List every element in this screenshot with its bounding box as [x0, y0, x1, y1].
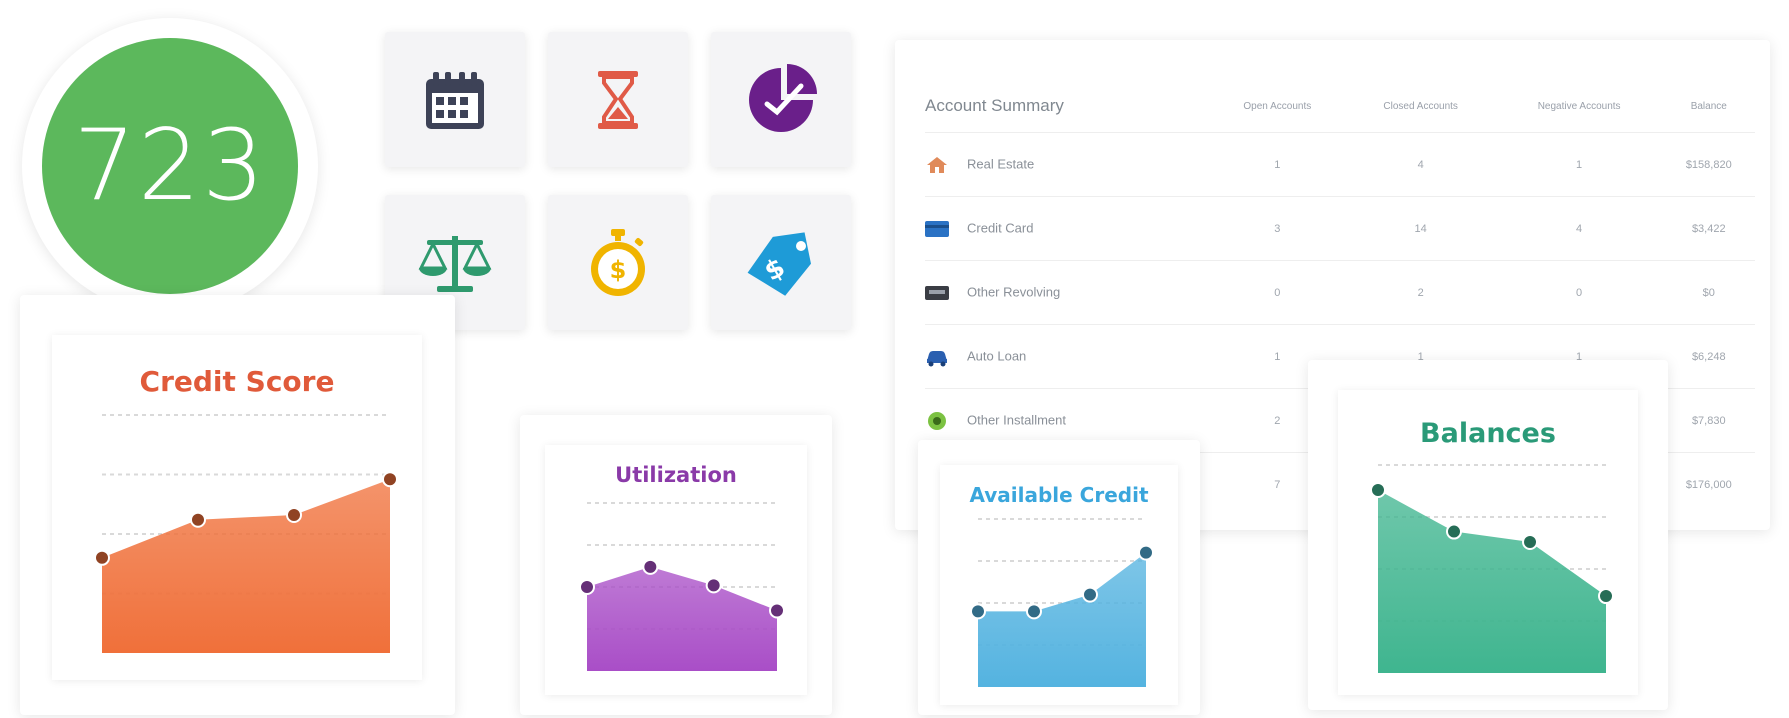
balances-card: Balances — [1308, 360, 1668, 710]
row-label: Other Installment — [967, 411, 1066, 427]
series-area — [102, 479, 390, 653]
column-header: Open Accounts — [1243, 100, 1312, 112]
data-point[interactable] — [970, 603, 986, 620]
hourglass-tile[interactable] — [548, 32, 688, 167]
data-point[interactable] — [1026, 603, 1042, 620]
data-point[interactable] — [1598, 588, 1614, 605]
data-point[interactable] — [1446, 523, 1462, 540]
chart-title: Credit Score — [139, 365, 335, 398]
table-cell: 0 — [1209, 260, 1346, 325]
calendar-tile[interactable] — [385, 32, 525, 167]
series-area — [978, 552, 1146, 687]
table-cell: 14 — [1345, 196, 1496, 261]
balances-chart-panel: Balances — [1338, 390, 1638, 695]
credit-score-card: Credit Score — [20, 295, 455, 715]
table-cell: 4 — [1345, 132, 1496, 197]
credit-score-chart-panel: Credit Score — [52, 335, 422, 680]
row-label: Other Revolving — [967, 283, 1061, 299]
table-cell: $3,422 — [1662, 196, 1755, 261]
money-stopwatch-tile[interactable]: $ — [548, 195, 688, 330]
table-cell: 2 — [1345, 260, 1496, 325]
series-area — [587, 566, 777, 671]
row-label: Auto Loan — [967, 347, 1027, 363]
row-label: Credit Card — [967, 219, 1034, 235]
account-summary-title: Account Summary — [925, 96, 1064, 115]
column-header: Negative Accounts — [1537, 100, 1621, 112]
table-cell: $7,830 — [1662, 388, 1755, 453]
row-label-cell: Real Estate — [925, 132, 1210, 197]
data-point[interactable] — [94, 549, 110, 566]
utilization-card: Utilization — [520, 415, 832, 715]
table-row[interactable]: Other Revolving 0 2 0 $0 — [925, 260, 1755, 325]
utilization-chart-panel: Utilization — [545, 445, 807, 695]
credit-score-circle: 723 — [42, 38, 298, 294]
column-header: Balance — [1690, 100, 1727, 112]
table-cell: $6,248 — [1662, 324, 1755, 389]
available-credit-chart — [970, 518, 1154, 687]
data-point[interactable] — [579, 579, 595, 595]
house-icon — [925, 155, 949, 175]
price-tag-icon: $ — [747, 231, 811, 296]
money-stopwatch-icon: $ — [591, 228, 645, 296]
available-credit-card: Available Credit — [918, 440, 1200, 715]
chart-title: Balances — [1420, 418, 1556, 449]
price-tag-tile[interactable]: $ — [711, 195, 851, 330]
balances-chart — [1370, 464, 1614, 673]
table-cell: 1 — [1495, 132, 1663, 197]
column-header: Closed Accounts — [1383, 100, 1458, 112]
row-label-cell: Other Revolving — [925, 260, 1210, 325]
data-point[interactable] — [382, 471, 398, 488]
row-label: Real Estate — [967, 155, 1035, 171]
data-point[interactable] — [705, 577, 722, 594]
credit-card-icon — [925, 219, 949, 239]
scale-icon — [418, 235, 492, 292]
pie-chart-tile[interactable] — [711, 32, 851, 167]
card-reader-icon — [925, 283, 949, 303]
car-icon — [925, 347, 949, 367]
credit-score-value: 723 — [73, 109, 267, 223]
calendar-icon — [426, 71, 484, 129]
available-credit-chart-panel: Available Credit — [940, 465, 1178, 705]
svg-text:$: $ — [610, 256, 627, 284]
data-point[interactable] — [1138, 544, 1154, 561]
table-row[interactable]: Real Estate 1 4 1 $158,820 — [925, 132, 1755, 197]
row-label-cell: Auto Loan — [925, 324, 1210, 389]
row-label-cell: Credit Card — [925, 196, 1210, 261]
credit-score-badge: 723 — [22, 18, 318, 314]
installment-icon — [925, 411, 949, 431]
table-cell: 3 — [1209, 196, 1346, 261]
data-point[interactable] — [190, 511, 206, 528]
table-cell: $0 — [1662, 260, 1755, 325]
table-cell: 0 — [1495, 260, 1663, 325]
data-point[interactable] — [1082, 586, 1098, 603]
data-point[interactable] — [1522, 533, 1538, 550]
table-cell: $158,820 — [1662, 132, 1755, 197]
chart-title: Available Credit — [969, 483, 1149, 507]
credit-score-chart — [94, 414, 398, 653]
utilization-chart — [579, 502, 785, 671]
hourglass-icon — [598, 70, 638, 129]
table-row[interactable]: Credit Card 3 14 4 $3,422 — [925, 196, 1755, 261]
chart-title: Utilization — [615, 463, 737, 487]
data-point[interactable] — [286, 506, 302, 523]
table-cell: 4 — [1495, 196, 1663, 261]
data-point[interactable] — [642, 558, 659, 575]
data-point[interactable] — [1370, 481, 1386, 498]
data-point[interactable] — [769, 602, 785, 619]
table-cell: $176,000 — [1662, 452, 1755, 516]
pie-chart-icon — [749, 63, 817, 132]
table-cell: 1 — [1209, 132, 1346, 197]
